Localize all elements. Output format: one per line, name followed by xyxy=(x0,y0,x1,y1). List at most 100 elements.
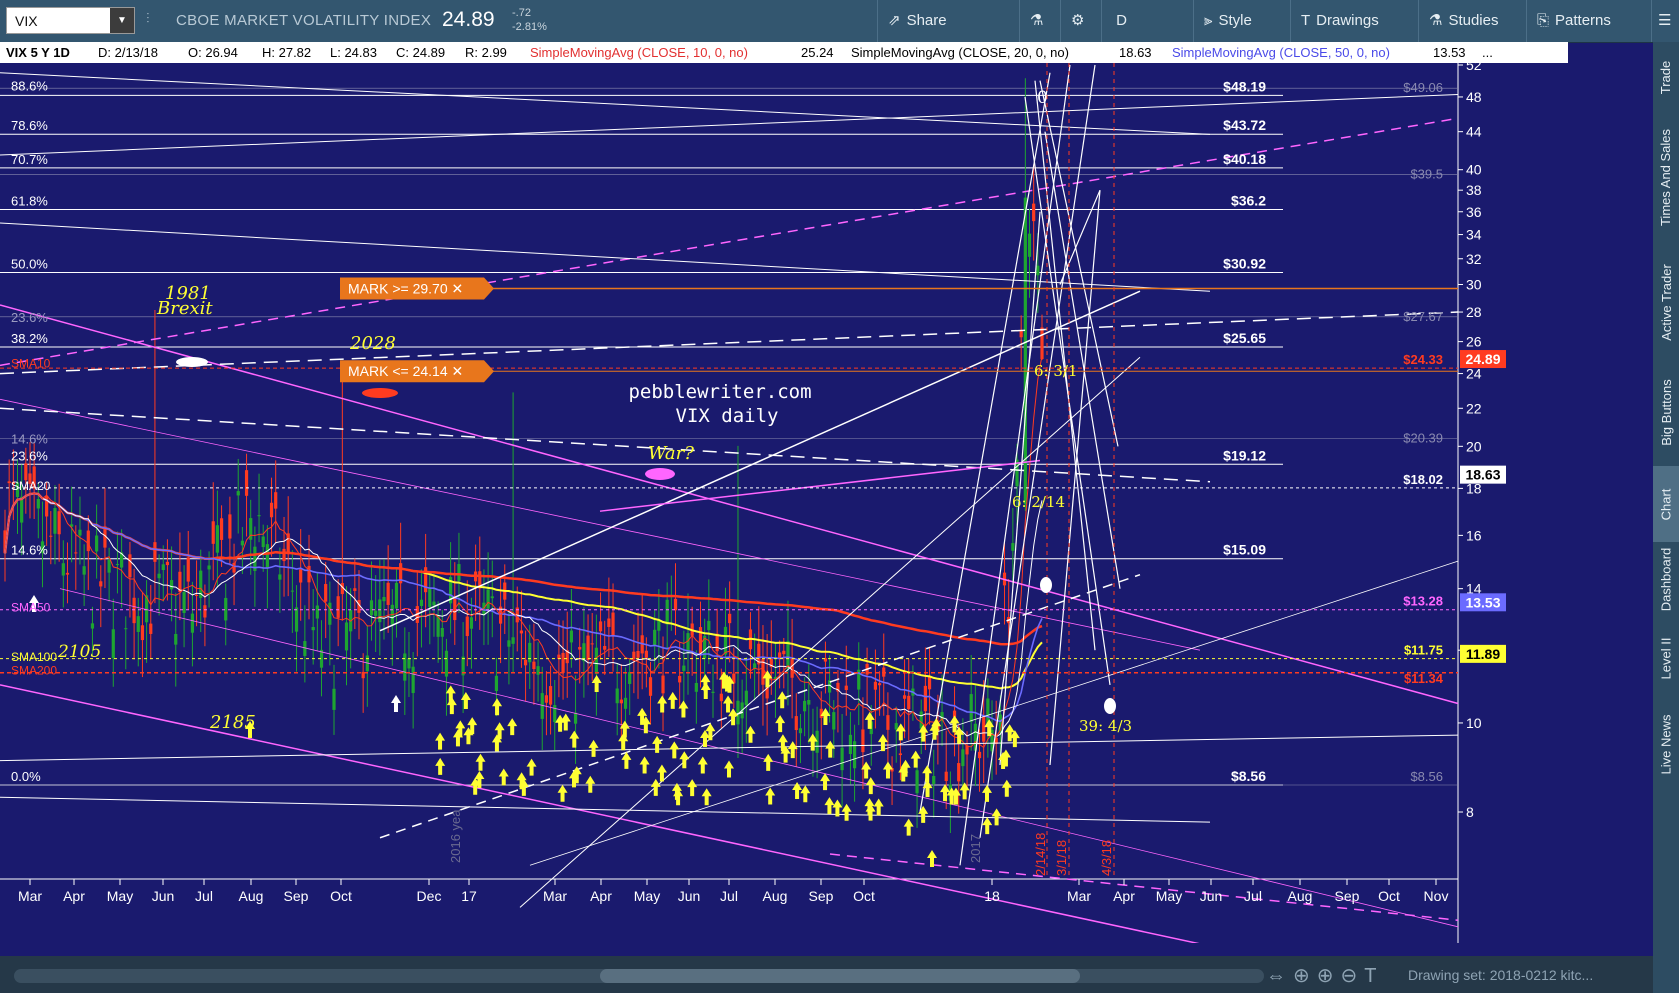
fib-percent-label: 23.6% xyxy=(11,310,48,325)
info-date: D: 2/13/18 xyxy=(98,45,158,60)
candle-body xyxy=(982,716,986,742)
fib-percent-label: 78.6% xyxy=(11,118,48,133)
zoom-in-icon[interactable]: ⊕ xyxy=(1317,965,1341,987)
x-axis-label: Jun xyxy=(678,888,701,904)
patterns-icon: ⎘ xyxy=(1537,12,1550,29)
candle-body xyxy=(282,548,286,562)
crosshair-icon[interactable]: ⊕ xyxy=(1293,965,1317,987)
studies-label: Studies xyxy=(1448,12,1499,29)
candle-body xyxy=(124,628,128,630)
style-button[interactable]: ⫸ Style xyxy=(1193,0,1289,42)
fib-percent-label: 14.6% xyxy=(11,543,48,558)
red-oval-marker xyxy=(362,388,398,398)
price-chart[interactable]: 1981Brexit2028War?218521056: 3/16: 2/143… xyxy=(0,63,1560,943)
candle-body xyxy=(807,699,811,705)
y-axis-label: 48 xyxy=(1466,89,1482,105)
candle-body xyxy=(228,514,232,539)
flask-button[interactable]: ⚗ xyxy=(1019,0,1059,42)
drawing-set-label[interactable]: Drawing set: 2018-0212 kitc... xyxy=(1408,967,1593,983)
candle-body xyxy=(803,700,807,712)
patterns-button[interactable]: ⎘ Patterns xyxy=(1526,0,1650,42)
x-axis-label: Jun xyxy=(152,888,175,904)
candle-body xyxy=(324,584,328,602)
candle-body xyxy=(957,763,961,782)
sidebar-tab-big-buttons[interactable]: Big Buttons xyxy=(1653,362,1679,462)
chart-background xyxy=(0,63,1560,943)
candle-body xyxy=(174,633,178,645)
share-button[interactable]: ⇗ Share xyxy=(877,0,967,42)
candle-body xyxy=(507,640,511,647)
scrollbar-thumb[interactable] xyxy=(600,969,1080,983)
candle-body xyxy=(265,544,269,568)
studies-button[interactable]: ⚗ Studies xyxy=(1418,0,1525,42)
candle-body xyxy=(877,683,882,686)
x-axis-label: Aug xyxy=(239,888,264,904)
sidebar-tab-dashboard[interactable]: Dashboard xyxy=(1653,546,1679,613)
candle-body xyxy=(169,580,174,590)
studies-icon: ⚗ xyxy=(1429,12,1443,29)
white-dot-marker xyxy=(1040,577,1052,593)
style-label: Style xyxy=(1218,12,1252,29)
sidebar-tab-label: Times And Sales xyxy=(1658,128,1674,226)
info-sma20-label: SimpleMovingAvg (CLOSE, 20, 0, no) xyxy=(851,45,1069,60)
price-tag-label: 24.89 xyxy=(1465,351,1500,367)
candle-body xyxy=(840,747,844,771)
sidebar-tab-active-trader[interactable]: Active Trader xyxy=(1653,246,1679,358)
symbol-dropdown-icon[interactable]: ▼ xyxy=(110,8,134,33)
symbol-selector[interactable]: VIX ▼ xyxy=(6,7,135,34)
x-axis-label: Sep xyxy=(1335,888,1360,904)
period-button[interactable]: D xyxy=(1101,0,1141,42)
candle-body xyxy=(707,620,711,631)
price-chart-area[interactable]: 1981 Brexit 2028 War? 2185 2105 6: 3/1 6: 2/14 3… xyxy=(0,63,1560,943)
sidebar-tab-chart[interactable]: Chart xyxy=(1653,466,1679,542)
candle-body xyxy=(99,581,103,587)
sidebar-tab-times-and-sales[interactable]: Times And Sales xyxy=(1653,112,1679,242)
text-tool-icon[interactable]: T xyxy=(1364,965,1383,987)
candle-body xyxy=(898,753,903,756)
x-axis-label: Apr xyxy=(590,888,612,904)
candle-body xyxy=(832,712,836,730)
candle-body xyxy=(782,650,786,655)
candle-body xyxy=(332,688,336,710)
candle-body xyxy=(698,627,703,654)
menu-button[interactable]: ☰ xyxy=(1651,0,1679,42)
sidebar-tab-live-news[interactable]: Live News xyxy=(1653,704,1679,784)
settings-button[interactable]: ⚙ xyxy=(1060,0,1100,42)
candle-body xyxy=(190,613,195,633)
white-dot-marker xyxy=(1104,698,1116,714)
candle-body xyxy=(311,627,315,631)
style-icon: ⫸ xyxy=(1204,12,1213,29)
candle-body xyxy=(328,602,332,625)
zoom-out-icon[interactable]: ⊖ xyxy=(1341,965,1365,987)
x-axis-label: Jun xyxy=(1200,888,1223,904)
fib-price-label: $43.72 xyxy=(1223,117,1266,133)
info-more[interactable]: ... xyxy=(1482,42,1493,63)
drawings-button[interactable]: T Drawings xyxy=(1290,0,1417,42)
candle-body xyxy=(269,502,274,518)
sidebar-tab-level-ii[interactable]: Level II xyxy=(1653,617,1679,700)
sidebar-tab-trade[interactable]: Trade xyxy=(1653,46,1679,108)
candle-body xyxy=(873,681,878,690)
candle-body xyxy=(886,715,890,730)
ma-price-label: $11.75 xyxy=(1404,643,1443,658)
candle-body xyxy=(90,623,95,629)
candle-body xyxy=(440,627,444,637)
candle-body xyxy=(615,688,619,704)
candle-body xyxy=(1019,330,1023,338)
white-oval-marker xyxy=(176,357,208,367)
candle-body xyxy=(648,677,653,696)
candle-body xyxy=(49,535,53,537)
share-icon: ⇗ xyxy=(888,12,901,29)
candle-body xyxy=(78,529,82,536)
year-watermark: 2016 yea xyxy=(448,809,463,863)
candle-body xyxy=(20,496,24,523)
candle-body xyxy=(236,491,240,496)
candle-body xyxy=(573,712,578,724)
candle-body xyxy=(532,661,536,670)
candle-body xyxy=(419,599,424,607)
expand-icon[interactable]: ⇔ xyxy=(1266,965,1293,987)
candle-body xyxy=(711,691,715,693)
link-icon[interactable]: ⫶ xyxy=(146,10,150,27)
y-axis-label: 8 xyxy=(1466,804,1474,820)
x-axis-label: Jul xyxy=(1244,888,1262,904)
